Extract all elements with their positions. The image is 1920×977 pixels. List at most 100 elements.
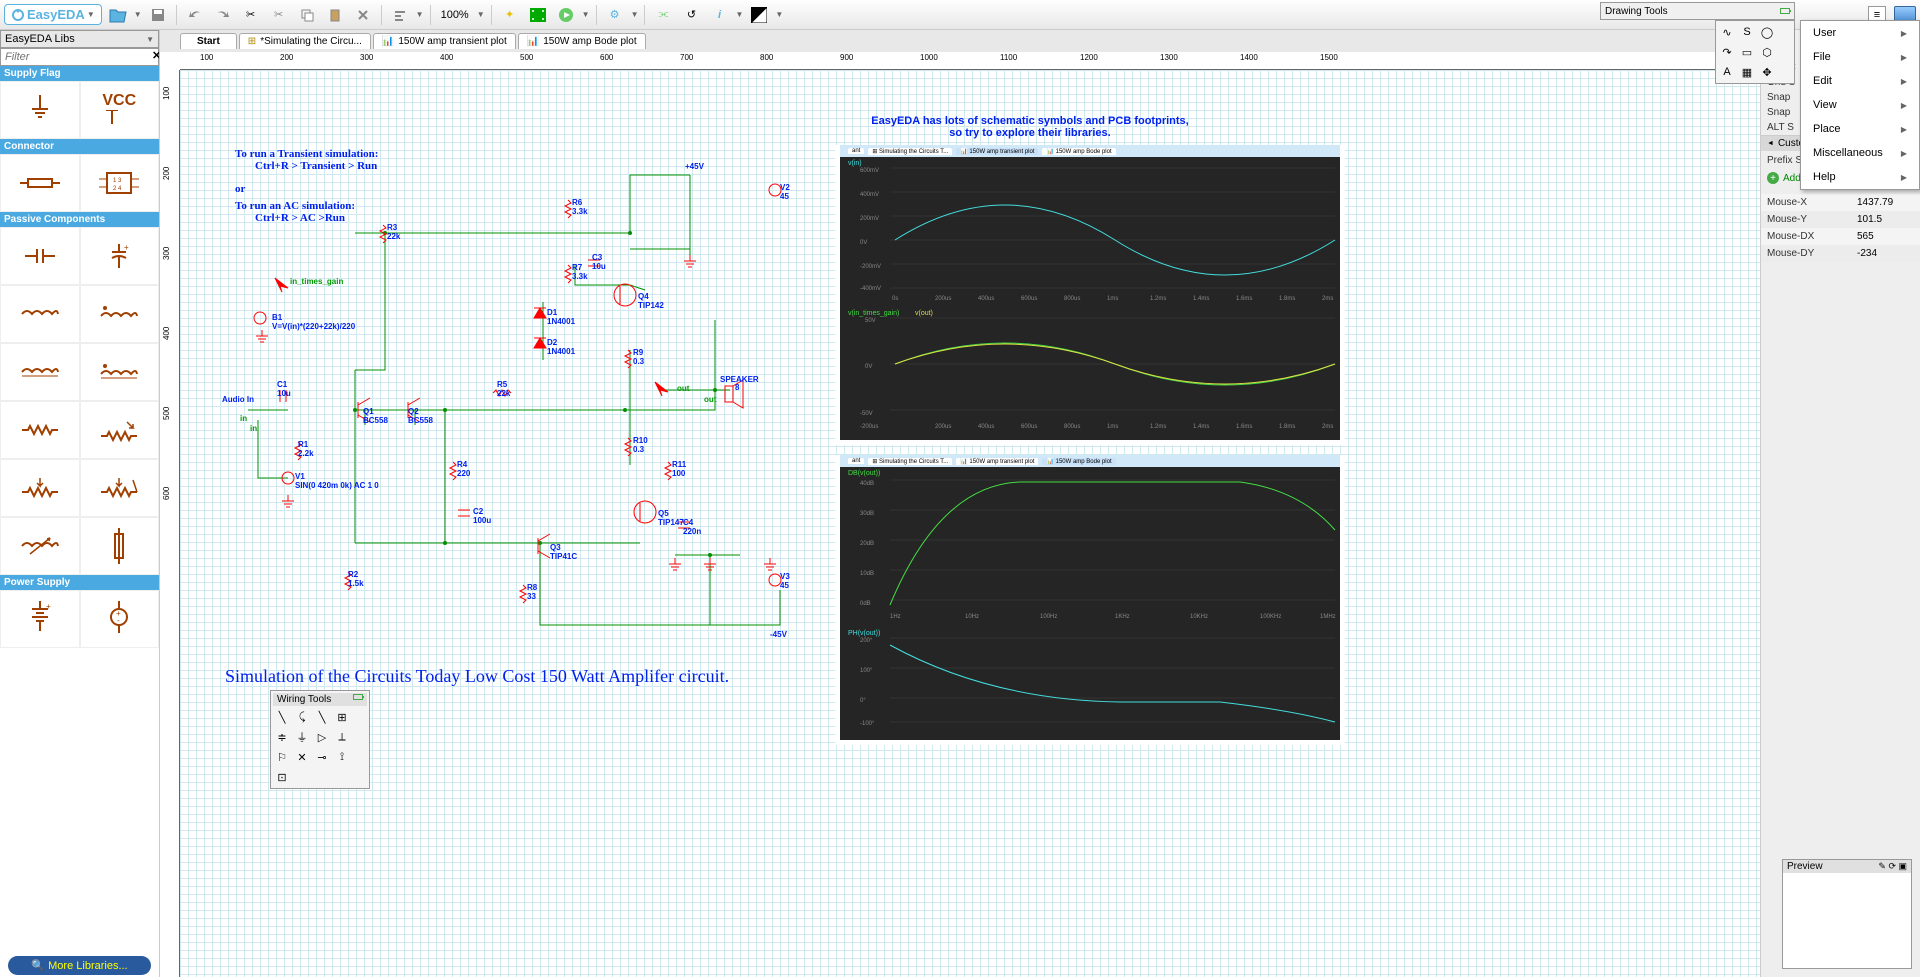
tab-transient[interactable]: 📊150W amp transient plot	[373, 33, 516, 49]
label-C2: C2 100u	[473, 507, 491, 525]
probe-tool[interactable]: ✕	[293, 748, 311, 766]
run-button[interactable]	[554, 3, 578, 27]
group-tool[interactable]: ⊡	[273, 768, 291, 786]
poly-tool[interactable]: ⬡	[1758, 43, 1776, 61]
symbol-var1[interactable]	[0, 517, 80, 575]
symbol-pot2[interactable]	[80, 459, 160, 517]
zoom-level[interactable]: 100%	[437, 9, 473, 21]
theme-button[interactable]	[747, 3, 771, 27]
move-tool[interactable]: ✥	[1758, 63, 1776, 81]
section-power[interactable]: Power Supply	[0, 575, 159, 590]
line-tool[interactable]: ∿	[1718, 23, 1736, 41]
canvas[interactable]: EasyEDA has lots of schematic symbols an…	[180, 70, 1920, 977]
wand-button[interactable]: ✦	[498, 3, 522, 27]
symbol-ind3[interactable]	[0, 343, 80, 401]
port-tool[interactable]: ▷	[313, 728, 331, 746]
share-button[interactable]: ⫘	[651, 3, 675, 27]
symbol-fuse[interactable]	[80, 517, 160, 575]
cut-button[interactable]: ✂	[239, 3, 263, 27]
section-passive[interactable]: Passive Components	[0, 212, 159, 227]
menu-user[interactable]: User▶	[1801, 21, 1919, 45]
symbol-ind2[interactable]	[80, 285, 160, 343]
text-tool[interactable]: A	[1718, 63, 1736, 81]
section-supply[interactable]: Supply Flag	[0, 66, 159, 81]
power-tool[interactable]: ≑	[273, 728, 291, 746]
undo-button[interactable]	[183, 3, 207, 27]
symbol-cap[interactable]	[0, 227, 80, 285]
redo-button[interactable]	[211, 3, 235, 27]
polyline-tool[interactable]: S	[1738, 23, 1756, 41]
delete-button[interactable]	[351, 3, 375, 27]
menu-view[interactable]: View▶	[1801, 93, 1919, 117]
tab-bode[interactable]: 📊150W amp Bode plot	[518, 33, 646, 49]
label-V2: V2 45	[780, 183, 790, 201]
paste-button[interactable]	[323, 3, 347, 27]
tab-simulating[interactable]: ⊞*Simulating the Circu...	[239, 33, 371, 49]
settings-button[interactable]: ⚙	[603, 3, 627, 27]
minus45v: -45V	[770, 630, 787, 639]
history-button[interactable]: ↺	[679, 3, 703, 27]
symbol-pot1[interactable]	[0, 459, 80, 517]
svg-text:600us: 600us	[1021, 424, 1037, 430]
svg-text:2ms: 2ms	[1322, 424, 1333, 430]
section-connector[interactable]: Connector	[0, 139, 159, 154]
tab-start[interactable]: Start	[180, 33, 237, 49]
drawing-tools-titlebar[interactable]: Drawing Tools	[1600, 2, 1795, 20]
flag-tool[interactable]: ⚐	[273, 748, 291, 766]
libs-dropdown[interactable]: EasyEDA Libs ▼	[0, 30, 159, 48]
arc-tool[interactable]: ◯	[1758, 23, 1776, 41]
copy-button[interactable]	[295, 3, 319, 27]
open-button[interactable]	[106, 3, 130, 27]
symbol-res1[interactable]	[0, 401, 80, 459]
pcb-button[interactable]	[526, 3, 550, 27]
info-button[interactable]: i	[707, 3, 731, 27]
chevron-down-icon: ▼	[134, 10, 142, 19]
image-tool[interactable]: ▦	[1738, 63, 1756, 81]
menu-file[interactable]: File▶	[1801, 45, 1919, 69]
wire-tool[interactable]: ╲	[273, 708, 291, 726]
align-button[interactable]	[388, 3, 412, 27]
menu-place[interactable]: Place▶	[1801, 117, 1919, 141]
filter-clear-button[interactable]: ✕	[152, 49, 160, 65]
menu-misc[interactable]: Miscellaneous▶	[1801, 141, 1919, 165]
label-D2: D2 1N4001	[547, 338, 575, 356]
filter-input[interactable]	[1, 49, 152, 65]
symbol-ind4[interactable]	[80, 343, 160, 401]
svg-text:1.2ms: 1.2ms	[1150, 296, 1166, 302]
label-tool[interactable]: ⟟	[333, 748, 351, 766]
menu-help[interactable]: Help▶	[1801, 165, 1919, 189]
bus-tool[interactable]: ⤹	[293, 708, 311, 726]
pin-tool[interactable]: ⊸	[313, 748, 331, 766]
logo[interactable]: EasyEDA ▼	[4, 4, 102, 25]
preview-controls[interactable]: ✎ ⟳ ▣	[1878, 861, 1907, 872]
symbol-ind1[interactable]	[0, 285, 80, 343]
preview-window[interactable]: Preview✎ ⟳ ▣	[1782, 859, 1912, 969]
symbol-gnd[interactable]	[0, 81, 80, 139]
noconnect-tool[interactable]: ⟂	[333, 728, 351, 746]
svg-text:30dB: 30dB	[860, 511, 874, 517]
more-libraries-button[interactable]: 🔍 More Libraries...	[8, 956, 151, 975]
bode-plot: ant ⊞ Simulating the Circuits T... 📊 150…	[835, 455, 1345, 745]
drawing-tools-palette[interactable]: ∿ S ◯ ↷ ▭ ⬡ A ▦ ✥	[1715, 20, 1795, 84]
gnd-tool[interactable]: ⏚	[293, 728, 311, 746]
label-Q5: Q5 TIP147	[658, 509, 684, 527]
symbol-battery[interactable]: +	[0, 590, 80, 648]
svg-text:v(out): v(out)	[915, 310, 933, 317]
symbol-conn1[interactable]	[0, 154, 80, 212]
symbol-ecap[interactable]: +	[80, 227, 160, 285]
svg-text:2ms: 2ms	[1322, 296, 1333, 302]
symbol-vcc[interactable]: VCC	[80, 81, 160, 139]
symbol-source[interactable]: +-	[80, 590, 160, 648]
wiring-tools-palette[interactable]: Wiring Tools ╲ ⤹ ╲ ⊞ ≑ ⏚ ▷ ⟂ ⚐ ✕ ⊸ ⟟ ⊡	[270, 690, 370, 789]
net-tool[interactable]: ⊞	[333, 708, 351, 726]
cut2-button[interactable]: ✂	[267, 3, 291, 27]
junction-tool[interactable]: ╲	[313, 708, 331, 726]
symbol-conn2[interactable]: 1 32 4	[80, 154, 160, 212]
rect-tool[interactable]: ▭	[1738, 43, 1756, 61]
menu-edit[interactable]: Edit▶	[1801, 69, 1919, 93]
symbol-res2[interactable]	[80, 401, 160, 459]
svg-text:1.8ms: 1.8ms	[1279, 424, 1295, 430]
arrow-tool[interactable]: ↷	[1718, 43, 1736, 61]
save-button[interactable]	[146, 3, 170, 27]
mouse-x-val: 1437.79	[1854, 196, 1914, 209]
